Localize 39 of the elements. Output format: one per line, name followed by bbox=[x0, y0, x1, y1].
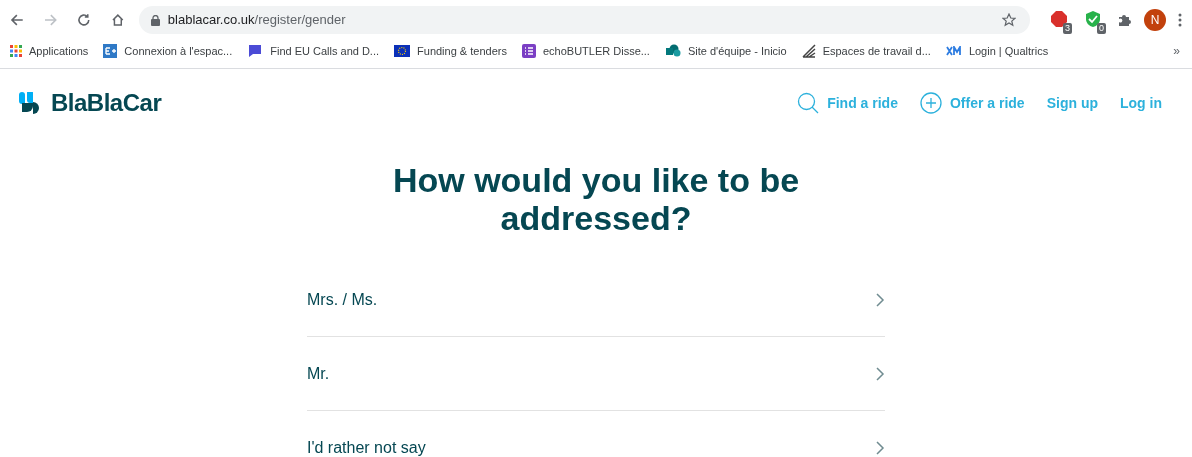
apps-grid-icon bbox=[10, 45, 22, 57]
option-row[interactable]: Mrs. / Ms. bbox=[307, 263, 885, 337]
bookmark-link[interactable]: Funding & tenders bbox=[394, 42, 507, 60]
stripes-logo-icon bbox=[801, 44, 816, 58]
bookmarks-overflow[interactable]: » bbox=[1173, 42, 1180, 60]
bookmark-link[interactable]: Find EU Calls and D... bbox=[247, 42, 380, 60]
circles-logo-icon bbox=[664, 44, 681, 58]
url-text: blablacar.co.uk/register/gender bbox=[167, 11, 347, 30]
home-icon[interactable] bbox=[111, 13, 125, 27]
profile-avatar[interactable]: N bbox=[1144, 9, 1166, 31]
option-row[interactable]: Mr. bbox=[307, 337, 885, 411]
plus-circle-icon bbox=[919, 92, 942, 114]
lock-icon bbox=[150, 14, 160, 26]
bookmark-link[interactable]: Connexion à l'espac... bbox=[103, 42, 233, 60]
chevron-right-icon bbox=[876, 441, 885, 455]
bookmark-link[interactable]: Applications bbox=[10, 42, 89, 60]
option-row[interactable]: I'd rather not say bbox=[307, 411, 885, 457]
puzzle-icon[interactable] bbox=[1118, 13, 1132, 27]
more-menu-icon[interactable] bbox=[1178, 13, 1182, 27]
bookmark-link[interactable]: Espaces de travail d... bbox=[801, 42, 931, 60]
flag-icon bbox=[394, 45, 411, 57]
xm-logo-icon bbox=[945, 46, 962, 56]
chevron-right-icon bbox=[876, 366, 885, 381]
bookmark-link[interactable]: Site d'équipe - Inicio bbox=[664, 42, 787, 60]
search-icon bbox=[797, 92, 820, 114]
address-bar[interactable]: blablacar.co.uk/register/gender bbox=[138, 6, 1030, 34]
square-logo-icon bbox=[103, 44, 118, 58]
bookmark-link[interactable]: echoBUTLER Disse... bbox=[521, 42, 650, 60]
bookmark-star-icon[interactable] bbox=[1002, 13, 1016, 27]
bookmark-link[interactable]: Login | Qualtrics bbox=[945, 42, 1049, 60]
reload-icon[interactable] bbox=[77, 13, 92, 27]
chevron-right-icon bbox=[876, 292, 885, 307]
extension-badge: 3 bbox=[1063, 23, 1072, 34]
site-logo[interactable]: BlaBlaCar bbox=[51, 85, 162, 121]
list-icon bbox=[521, 44, 536, 58]
back-icon[interactable] bbox=[10, 13, 24, 27]
extension-badge: 0 bbox=[1097, 23, 1106, 34]
speech-bubble-icon bbox=[247, 44, 264, 58]
page-title: How would you like to be addressed? bbox=[391, 161, 801, 237]
